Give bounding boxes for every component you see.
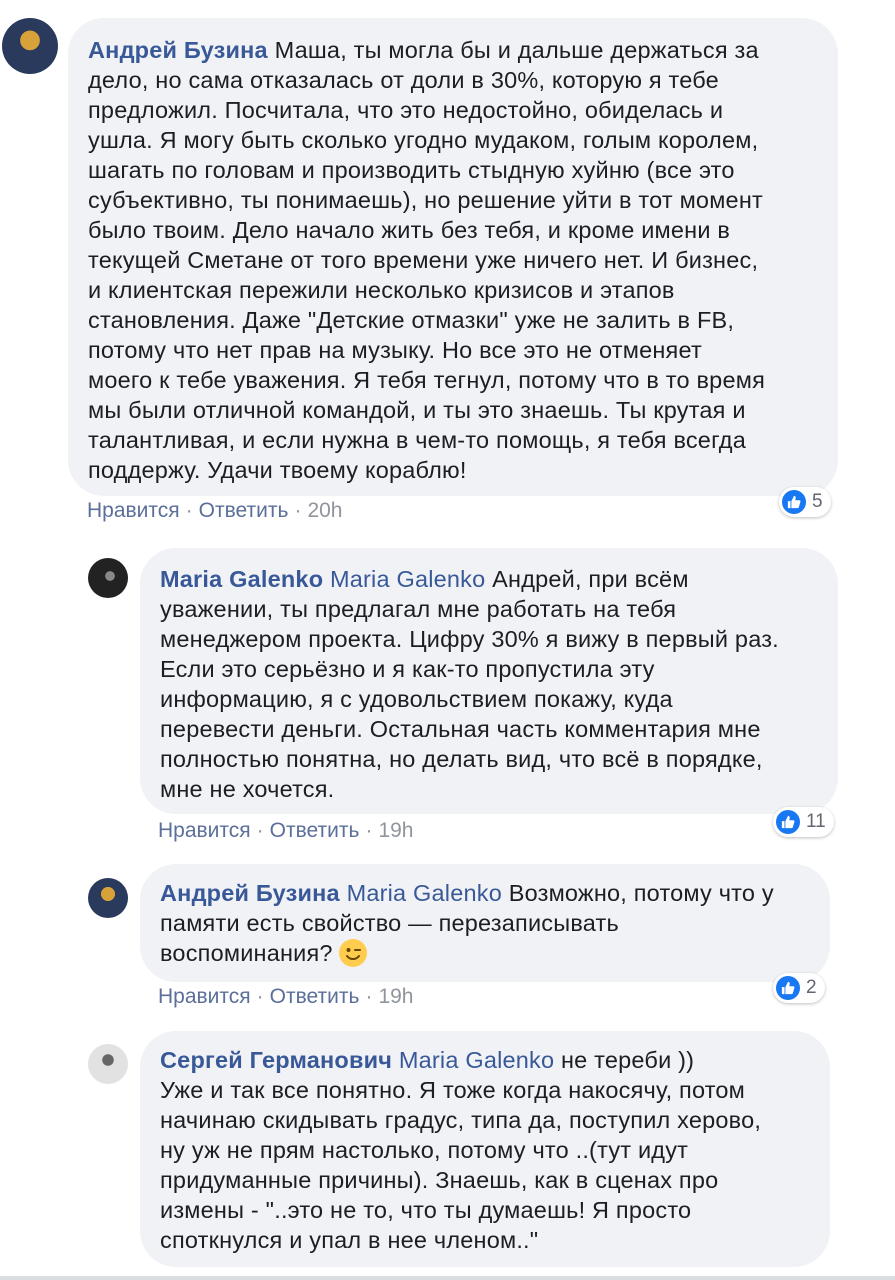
like-link[interactable]: Нравится (158, 985, 251, 1008)
thumbs-up-icon (776, 976, 800, 1000)
comment-time[interactable]: 19h (378, 819, 413, 842)
comment-bubble: Андрей Бузина Maria Galenko Возможно, по… (140, 864, 830, 982)
reaction-number: 11 (806, 811, 826, 832)
comment-author[interactable]: Андрей Бузина (160, 880, 340, 906)
comment-bubble: Maria Galenko Maria Galenko Андрей, при … (140, 548, 838, 814)
comment-bubble: Сергей Германович Maria Galenko не тереб… (140, 1031, 830, 1267)
comment-text: Андрей, при всём уважении, ты предлагал … (160, 566, 779, 802)
bottom-divider (0, 1276, 895, 1280)
reply-link[interactable]: Ответить (270, 819, 360, 842)
reply-link[interactable]: Ответить (199, 499, 289, 522)
comment-actions: Нравится · Ответить · 20h (87, 499, 343, 522)
comment-actions: Нравится · Ответить · 19h (158, 985, 414, 1008)
reply-link[interactable]: Ответить (270, 985, 360, 1008)
avatar[interactable] (88, 878, 128, 918)
comment-author[interactable]: Maria Galenko (160, 566, 323, 592)
reaction-count[interactable]: 2 (773, 973, 825, 1003)
comment-time[interactable]: 19h (378, 985, 413, 1008)
comment-actions: Нравится · Ответить · 19h (158, 819, 414, 842)
comment-time[interactable]: 20h (307, 499, 342, 522)
comment-author[interactable]: Сергей Германович (160, 1047, 392, 1073)
reaction-number: 5 (812, 491, 823, 512)
reaction-number: 2 (806, 977, 817, 998)
thumbs-up-icon (782, 490, 806, 514)
thumbs-up-icon (776, 810, 800, 834)
wink-emoji-icon (339, 939, 368, 967)
reaction-count[interactable]: 11 (773, 807, 834, 837)
like-link[interactable]: Нравится (158, 819, 251, 842)
comment-mention[interactable]: Maria Galenko (347, 880, 502, 906)
avatar[interactable] (88, 1044, 128, 1084)
comment-text: не тереби )) Уже и так все понятно. Я то… (160, 1047, 762, 1253)
avatar[interactable] (2, 18, 58, 74)
comment-author[interactable]: Андрей Бузина (88, 37, 268, 63)
avatar[interactable] (88, 558, 128, 598)
comment-mention[interactable]: Maria Galenko (399, 1047, 554, 1073)
comment-text: Маша, ты могла бы и дальше держаться за … (88, 37, 766, 483)
comment-mention[interactable]: Maria Galenko (330, 566, 485, 592)
reaction-count[interactable]: 5 (779, 487, 831, 517)
comment-bubble: Андрей Бузина Маша, ты могла бы и дальше… (68, 18, 838, 496)
like-link[interactable]: Нравится (87, 499, 180, 522)
